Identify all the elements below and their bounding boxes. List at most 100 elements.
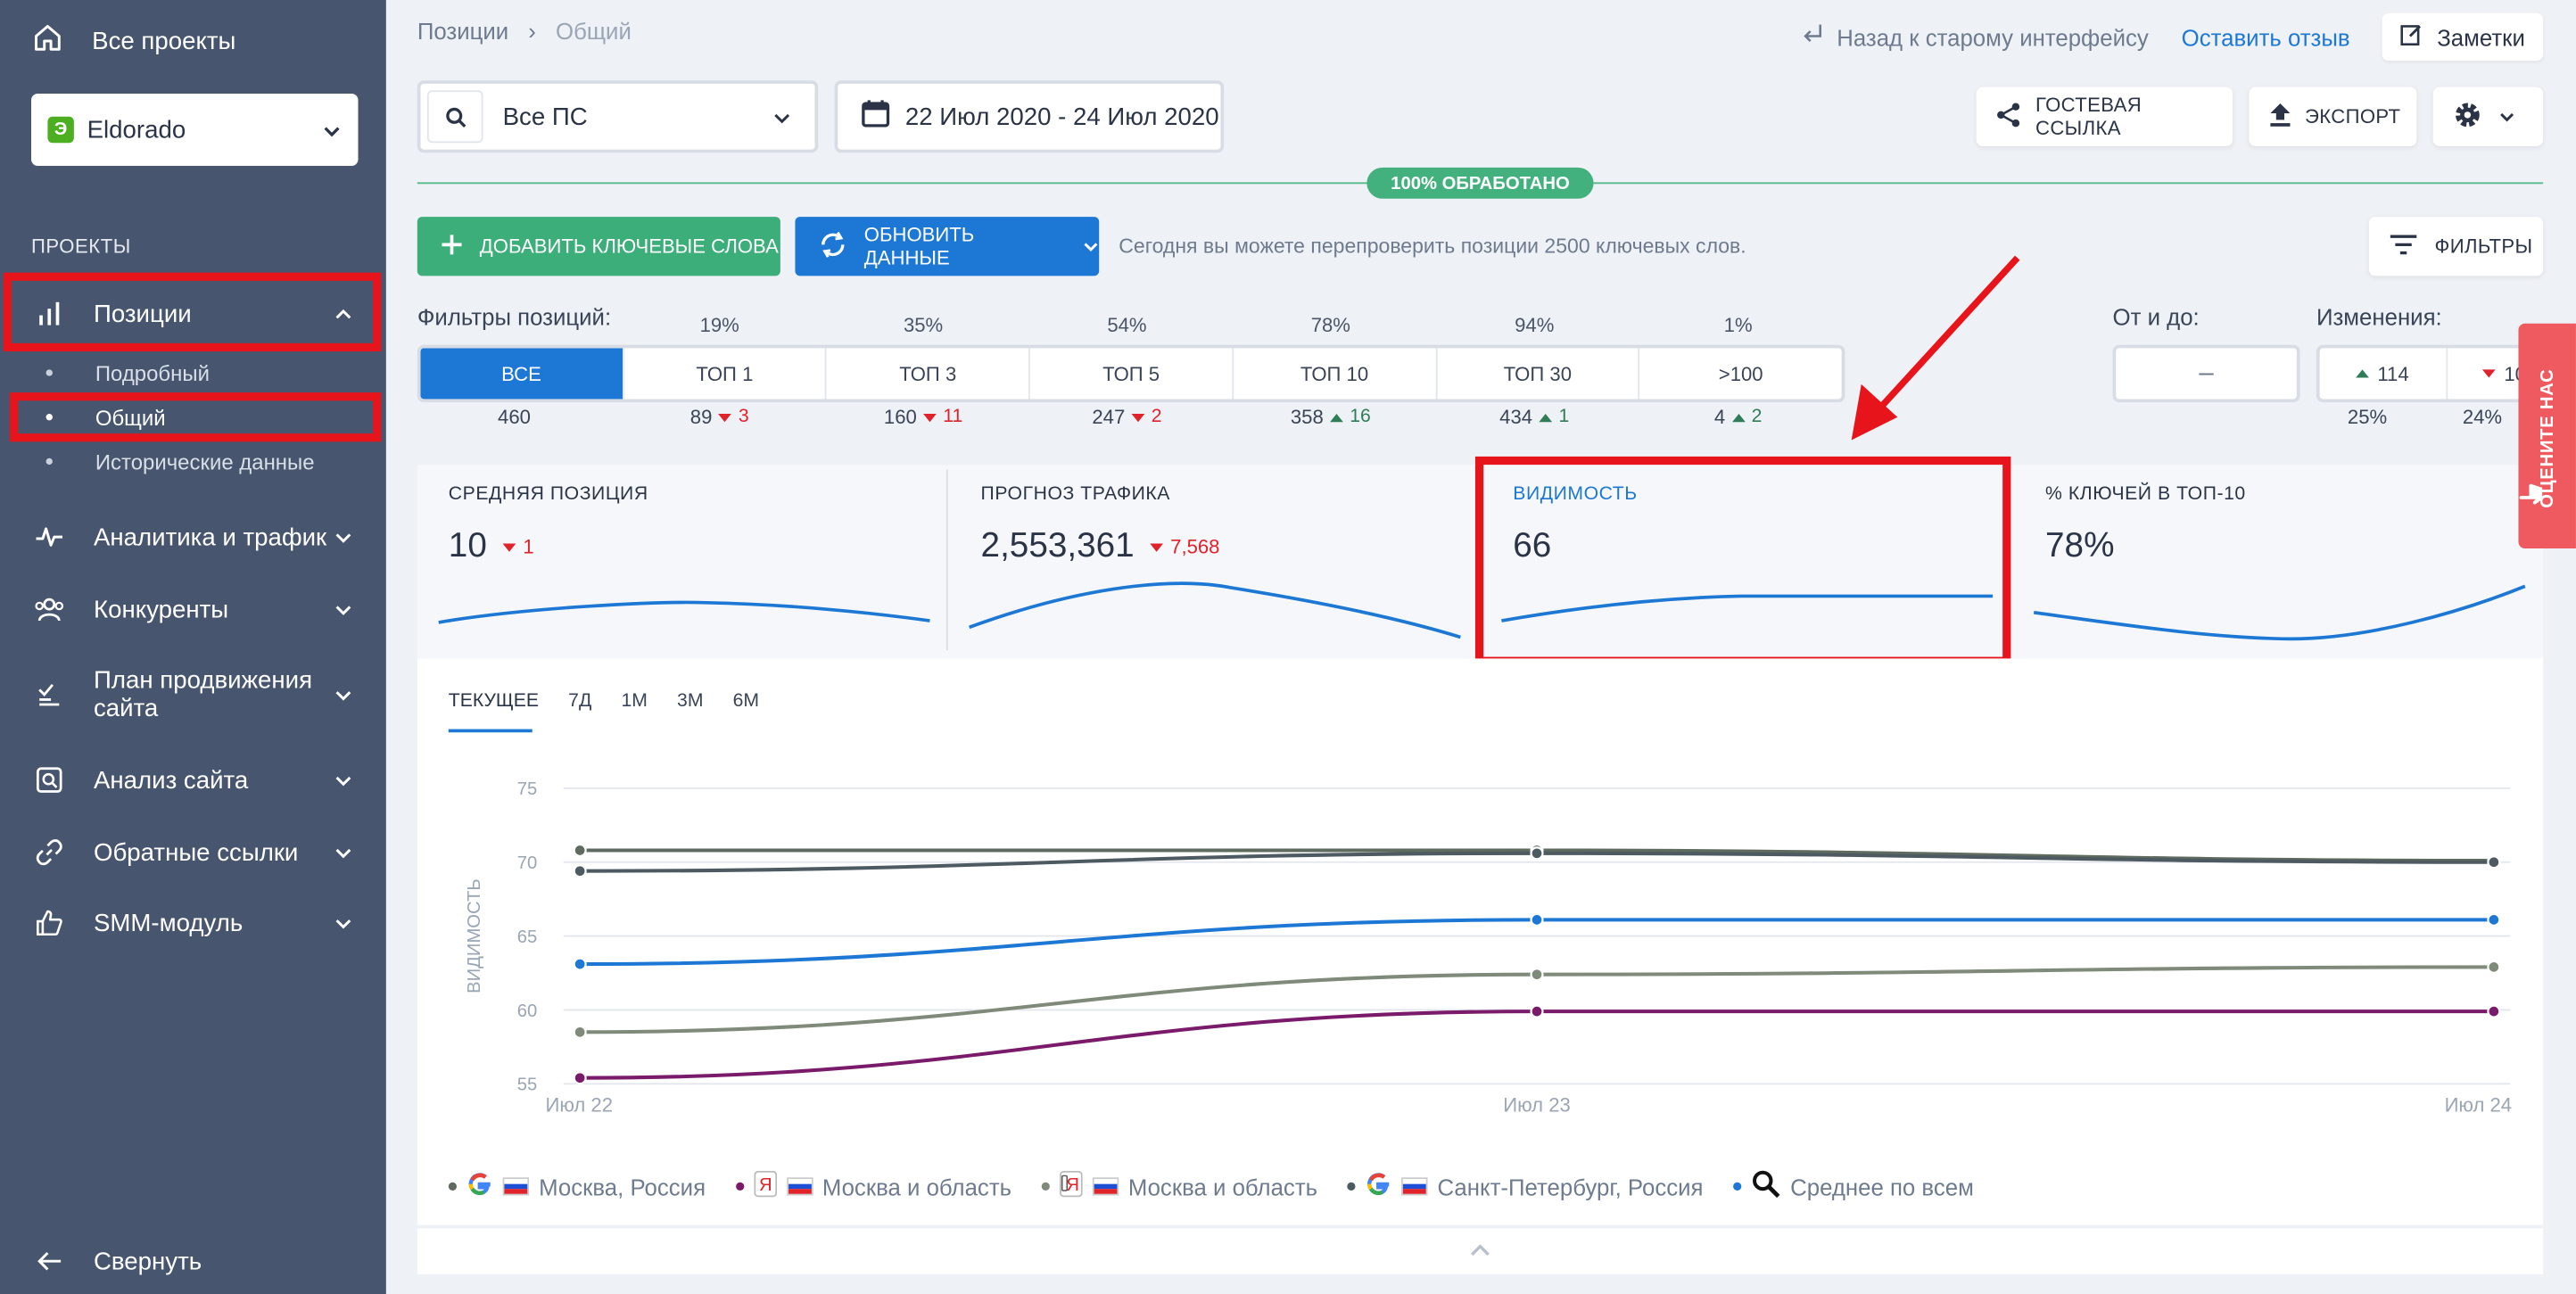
triangle-up-icon — [2356, 369, 2370, 378]
triangle-down-icon — [2482, 369, 2497, 378]
page-canvas: Все проекты Э Eldorado ПРОЕКТЫ Позиции П… — [0, 0, 2576, 1294]
position-filter-tabs: ВСЕ ТОП 1 ТОП 3 ТОП 5 ТОП 10 ТОП 30 >100 — [417, 344, 1845, 403]
filter-tab-all[interactable]: ВСЕ — [420, 348, 623, 400]
sidebar-item-competitors[interactable]: Конкуренты — [0, 591, 386, 628]
collapse-chart-button[interactable] — [417, 1228, 2544, 1274]
triangle-down-icon — [1151, 542, 1164, 551]
metric-value: 78% — [2045, 527, 2115, 565]
changes-label: Изменения: — [2316, 303, 2442, 331]
metric-delta: 1 — [523, 535, 534, 559]
breadcrumb-item[interactable]: Позиции — [417, 18, 508, 44]
metric-value-row: 10 1 — [449, 527, 534, 566]
chevron-down-icon — [1083, 235, 1099, 258]
back-to-old-link[interactable]: Назад к старому интерфейсу — [1801, 23, 2149, 51]
sidebar-item-smm[interactable]: SMM-модуль — [0, 905, 386, 942]
series-point — [1530, 1004, 1544, 1018]
feedback-link[interactable]: Оставить отзыв — [2182, 24, 2350, 50]
legend-dot — [1732, 1182, 1741, 1191]
chart-panel: ТЕКУЩЕЕ 7Д 1М 3М 6М 55 60 65 70 75 ВИДИМОСТЬ И… — [417, 658, 2544, 1225]
legend-item[interactable]: Среднее по всем — [1732, 1169, 1974, 1204]
triangle-up-icon — [1539, 413, 1553, 422]
legend-dot — [1347, 1182, 1356, 1191]
search-engine-select[interactable]: Все ПС — [417, 80, 819, 153]
legend-item[interactable]: Москва, Россия — [448, 1171, 706, 1202]
filter-tab-over100[interactable]: >100 — [1638, 348, 1842, 400]
count-delta: 2 — [1151, 407, 1162, 427]
filters-button[interactable]: ФИЛЬТРЫ — [2368, 217, 2544, 276]
filter-tab-top10[interactable]: ТОП 10 — [1232, 348, 1435, 400]
metric-delta: 7,568 — [1170, 535, 1220, 559]
google-icon — [466, 1171, 492, 1202]
settings-button[interactable] — [2432, 87, 2544, 146]
triangle-down-icon — [923, 413, 937, 422]
legend-item[interactable]: Я Москва и область — [1041, 1170, 1318, 1202]
changes-down-percent: 24% — [2462, 405, 2503, 429]
hand-pointer-icon — [2516, 480, 2551, 509]
sidebar-item-site-analysis[interactable]: Анализ сайта — [0, 762, 386, 798]
sidebar-item-label: Анализ сайта — [93, 766, 249, 795]
metric-card-top10-share[interactable]: % КЛЮЧЕЙ В ТОП-10 78% — [2014, 465, 2543, 658]
filter-tab-top5[interactable]: ТОП 5 — [1028, 348, 1232, 400]
sidebar-subitem-label: Исторические данные — [95, 449, 315, 474]
date-range-picker[interactable]: 22 Июл 2020 - 24 Июл 2020 — [834, 80, 1225, 153]
all-projects-link[interactable]: Все проекты — [33, 23, 236, 60]
range-label: От и до: — [2112, 303, 2200, 331]
filter-tab-top1[interactable]: ТОП 1 — [622, 348, 826, 400]
share-icon — [1996, 101, 2022, 132]
triangle-down-icon — [718, 413, 732, 422]
filter-count: 89 3 — [690, 406, 749, 429]
upload-icon — [2269, 101, 2292, 132]
notes-button[interactable]: Заметки — [2382, 12, 2544, 62]
calendar-icon — [861, 98, 890, 135]
filter-percent: 54% — [1107, 313, 1147, 337]
legend-item[interactable]: Санкт-Петербург, Россия — [1347, 1171, 1703, 1202]
chart-legend: Москва, Россия Я Москва и область Я Моск… — [448, 1169, 1974, 1204]
metric-delta-row: 1 — [503, 535, 534, 559]
highlight-box — [3, 272, 382, 352]
sidebar-item-backlinks[interactable]: Обратные ссылки — [0, 834, 386, 870]
yandex-mobile-icon: Я — [1059, 1170, 1083, 1202]
legend-dot — [735, 1182, 744, 1191]
rate-us-tab[interactable]: ОЦЕНИТЕ НАС — [2516, 323, 2576, 549]
legend-label: Москва и область — [1127, 1173, 1318, 1200]
series-point — [1530, 846, 1544, 861]
filter-percent: 94% — [1515, 313, 1555, 337]
range-input[interactable]: – — [2112, 344, 2300, 403]
pulse-icon — [31, 523, 68, 549]
changes-up-filter[interactable]: 114 — [2320, 348, 2446, 399]
metric-card-traffic-forecast[interactable]: ПРОГНОЗ ТРАФИКА 2,553,361 7,568 — [950, 465, 1479, 658]
sidebar-item-analytics[interactable]: Аналитика и трафик — [0, 519, 386, 556]
chevron-down-icon — [334, 838, 353, 866]
series-point — [1530, 912, 1544, 927]
y-tick-label: 55 — [517, 1076, 538, 1095]
app-root: Все проекты Э Eldorado ПРОЕКТЫ Позиции П… — [0, 0, 2576, 1294]
filter-tab-top3[interactable]: ТОП 3 — [825, 348, 1028, 400]
sidebar-subitem-history[interactable]: Исторические данные — [0, 447, 386, 476]
export-button[interactable]: ЭКСПОРТ — [2249, 87, 2417, 146]
filter-count: 460 — [498, 406, 531, 429]
guest-link-button[interactable]: ГОСТЕВАЯ ССЫЛКА — [1976, 87, 2233, 146]
sidebar-item-promotion-plan[interactable]: План продвижения сайта — [0, 665, 386, 724]
yandex-icon: Я — [753, 1170, 777, 1202]
count-value: 247 — [1092, 405, 1126, 429]
filter-tab-top30[interactable]: ТОП 30 — [1434, 348, 1639, 400]
highlight-box — [10, 392, 382, 442]
add-keywords-button[interactable]: ДОБАВИТЬ КЛЮЧЕВЫЕ СЛОВА — [417, 217, 780, 276]
triangle-up-icon — [1731, 413, 1746, 422]
refresh-data-button[interactable]: ОБНОВИТЬ ДАННЫЕ — [795, 217, 1100, 276]
series-point — [2487, 1004, 2501, 1018]
sidebar-collapse-button[interactable]: Свернуть — [0, 1243, 386, 1280]
position-filters-label: Фильтры позиций: — [417, 303, 612, 331]
x-tick-label: Июл 24 — [2445, 1094, 2513, 1117]
visibility-chart: 55 60 65 70 75 ВИДИМОСТЬ Июл 22 Июл 23 Июл 24 — [465, 779, 2513, 1117]
chevron-up-icon — [1469, 1237, 1492, 1266]
legend-item[interactable]: Я Москва и область — [735, 1170, 1011, 1202]
project-select[interactable]: Э Eldorado — [30, 93, 359, 166]
all-projects-label: Все проекты — [92, 27, 236, 55]
users-icon — [31, 596, 68, 622]
metric-card-avg-position[interactable]: СРЕДНЯЯ ПОЗИЦИЯ 10 1 — [417, 465, 946, 658]
sidebar-subitem-detailed[interactable]: Подробный — [0, 358, 386, 387]
count-value: 460 — [498, 405, 531, 429]
project-name: Eldorado — [87, 115, 186, 144]
filter-count: 434 1 — [1499, 406, 1569, 429]
